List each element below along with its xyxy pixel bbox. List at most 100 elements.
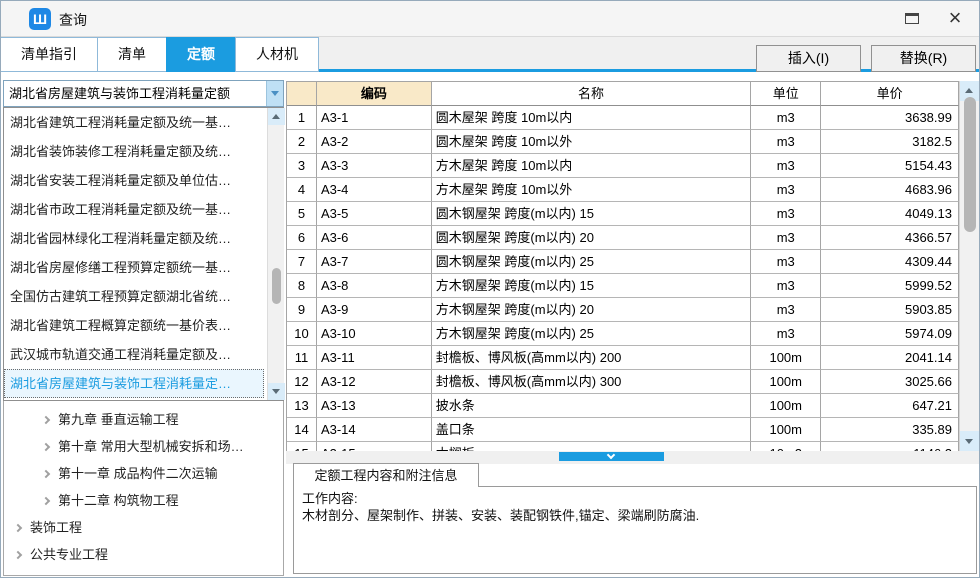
cell-code[interactable]: A3-15: [317, 442, 432, 451]
cell-name[interactable]: 方木钢屋架 跨度(m以内) 15: [432, 274, 752, 298]
cell-unit[interactable]: 100m: [751, 394, 821, 418]
cell-row-number[interactable]: 14: [287, 418, 317, 442]
cell-unit[interactable]: m3: [751, 130, 821, 154]
cell-name[interactable]: 圆木钢屋架 跨度(m以内) 25: [432, 250, 752, 274]
cell-price[interactable]: 4366.57: [821, 226, 959, 250]
cell-name[interactable]: 封檐板、博风板(高mm以内) 300: [432, 370, 752, 394]
tree-item[interactable]: 第十章 常用大型机械安拆和场…: [3, 433, 282, 460]
cell-name[interactable]: 木搁板: [432, 442, 752, 451]
cell-code[interactable]: A3-13: [317, 394, 432, 418]
cell-unit[interactable]: 10m2: [751, 442, 821, 451]
cell-price[interactable]: 647.21: [821, 394, 959, 418]
tab[interactable]: 人材机: [235, 37, 319, 72]
cell-unit[interactable]: m3: [751, 250, 821, 274]
book-list-item[interactable]: 湖北省安装工程消耗量定额及单位估…: [4, 166, 264, 195]
cell-code[interactable]: A3-4: [317, 178, 432, 202]
replace-button[interactable]: 替换(R): [871, 45, 976, 72]
cell-name[interactable]: 圆木钢屋架 跨度(m以内) 20: [432, 226, 752, 250]
table-row[interactable]: 7 A3-7 圆木钢屋架 跨度(m以内) 25 m3 4309.44: [287, 250, 959, 274]
cell-unit[interactable]: 100m: [751, 370, 821, 394]
scroll-down-icon[interactable]: [268, 383, 285, 400]
insert-button[interactable]: 插入(I): [756, 45, 861, 72]
cell-price[interactable]: 5999.52: [821, 274, 959, 298]
header-name[interactable]: 名称: [432, 82, 752, 106]
cell-code[interactable]: A3-6: [317, 226, 432, 250]
cell-row-number[interactable]: 8: [287, 274, 317, 298]
cell-unit[interactable]: m3: [751, 274, 821, 298]
cell-unit[interactable]: 100m: [751, 346, 821, 370]
book-list-item[interactable]: 湖北省建筑工程消耗量定额及统一基…: [4, 108, 264, 137]
table-row[interactable]: 5 A3-5 圆木钢屋架 跨度(m以内) 15 m3 4049.13: [287, 202, 959, 226]
table-row[interactable]: 3 A3-3 方木屋架 跨度 10m以内 m3 5154.43: [287, 154, 959, 178]
cell-row-number[interactable]: 10: [287, 322, 317, 346]
cell-unit[interactable]: m3: [751, 178, 821, 202]
table-scrollbar-thumb[interactable]: [964, 97, 976, 232]
table-row[interactable]: 6 A3-6 圆木钢屋架 跨度(m以内) 20 m3 4366.57: [287, 226, 959, 250]
book-list-item[interactable]: 武汉城市轨道交通工程消耗量定额及…: [4, 340, 264, 369]
table-row[interactable]: 1 A3-1 圆木屋架 跨度 10m以内 m3 3638.99: [287, 106, 959, 130]
cell-price[interactable]: 5154.43: [821, 154, 959, 178]
tab[interactable]: 清单指引: [0, 37, 98, 72]
cell-price[interactable]: 3182.5: [821, 130, 959, 154]
book-list-item[interactable]: 湖北省房屋修缮工程预算定额统一基…: [4, 253, 264, 282]
tab[interactable]: 清单: [97, 37, 167, 72]
cell-unit[interactable]: m3: [751, 226, 821, 250]
list-scrollbar[interactable]: [267, 108, 284, 400]
cell-code[interactable]: A3-12: [317, 370, 432, 394]
cell-name[interactable]: 圆木屋架 跨度 10m以外: [432, 130, 752, 154]
cell-row-number[interactable]: 13: [287, 394, 317, 418]
cell-code[interactable]: A3-11: [317, 346, 432, 370]
table-row[interactable]: 10 A3-10 方木钢屋架 跨度(m以内) 25 m3 5974.09: [287, 322, 959, 346]
cell-code[interactable]: A3-14: [317, 418, 432, 442]
cell-code[interactable]: A3-9: [317, 298, 432, 322]
header-code[interactable]: 编码: [317, 82, 432, 106]
table-row[interactable]: 13 A3-13 披水条 100m 647.21: [287, 394, 959, 418]
cell-code[interactable]: A3-7: [317, 250, 432, 274]
table-row[interactable]: 11 A3-11 封檐板、博风板(高mm以内) 200 100m 2041.14: [287, 346, 959, 370]
header-price[interactable]: 单价: [821, 82, 959, 106]
cell-code[interactable]: A3-10: [317, 322, 432, 346]
cell-name[interactable]: 盖口条: [432, 418, 752, 442]
table-scroll-down-icon[interactable]: [960, 431, 980, 451]
cell-price[interactable]: 5974.09: [821, 322, 959, 346]
header-unit[interactable]: 单位: [751, 82, 821, 106]
book-list-item[interactable]: 湖北省建筑工程概算定额统一基价表…: [4, 311, 264, 340]
table-row[interactable]: 14 A3-14 盖口条 100m 335.89: [287, 418, 959, 442]
window-restore-icon[interactable]: [905, 13, 919, 24]
table-row[interactable]: 15 A3-15 木搁板 10m2 1146.2: [287, 442, 959, 451]
table-row[interactable]: 8 A3-8 方木钢屋架 跨度(m以内) 15 m3 5999.52: [287, 274, 959, 298]
cell-row-number[interactable]: 2: [287, 130, 317, 154]
cell-name[interactable]: 封檐板、博风板(高mm以内) 200: [432, 346, 752, 370]
book-list-item[interactable]: 全国仿古建筑工程预算定额湖北省统…: [4, 282, 264, 311]
book-list-item[interactable]: 湖北省装饰装修工程消耗量定额及统…: [4, 137, 264, 166]
tree-item[interactable]: 装饰工程: [3, 514, 282, 541]
cell-price[interactable]: 3025.66: [821, 370, 959, 394]
cell-row-number[interactable]: 6: [287, 226, 317, 250]
table-row[interactable]: 2 A3-2 圆木屋架 跨度 10m以外 m3 3182.5: [287, 130, 959, 154]
cell-row-number[interactable]: 15: [287, 442, 317, 451]
cell-row-number[interactable]: 12: [287, 370, 317, 394]
cell-name[interactable]: 方木屋架 跨度 10m以外: [432, 178, 752, 202]
cell-row-number[interactable]: 1: [287, 106, 317, 130]
cell-row-number[interactable]: 11: [287, 346, 317, 370]
cell-price[interactable]: 4309.44: [821, 250, 959, 274]
cell-code[interactable]: A3-5: [317, 202, 432, 226]
window-close-icon[interactable]: ×: [942, 4, 968, 32]
table-row[interactable]: 4 A3-4 方木屋架 跨度 10m以外 m3 4683.96: [287, 178, 959, 202]
cell-code[interactable]: A3-1: [317, 106, 432, 130]
splitter-handle[interactable]: [559, 452, 664, 461]
combobox-dropdown-button[interactable]: [266, 81, 283, 106]
info-tab[interactable]: 定额工程内容和附注信息: [293, 463, 479, 487]
table-row[interactable]: 9 A3-9 方木钢屋架 跨度(m以内) 20 m3 5903.85: [287, 298, 959, 322]
cell-name[interactable]: 圆木钢屋架 跨度(m以内) 15: [432, 202, 752, 226]
cell-name[interactable]: 方木钢屋架 跨度(m以内) 20: [432, 298, 752, 322]
table-row[interactable]: 12 A3-12 封檐板、博风板(高mm以内) 300 100m 3025.66: [287, 370, 959, 394]
cell-row-number[interactable]: 3: [287, 154, 317, 178]
scroll-up-icon[interactable]: [268, 108, 285, 125]
table-scrollbar[interactable]: [959, 81, 979, 451]
cell-price[interactable]: 3638.99: [821, 106, 959, 130]
cell-price[interactable]: 4049.13: [821, 202, 959, 226]
quota-book-combobox[interactable]: 湖北省房屋建筑与装饰工程消耗量定额: [3, 80, 284, 107]
cell-price[interactable]: 2041.14: [821, 346, 959, 370]
cell-row-number[interactable]: 7: [287, 250, 317, 274]
